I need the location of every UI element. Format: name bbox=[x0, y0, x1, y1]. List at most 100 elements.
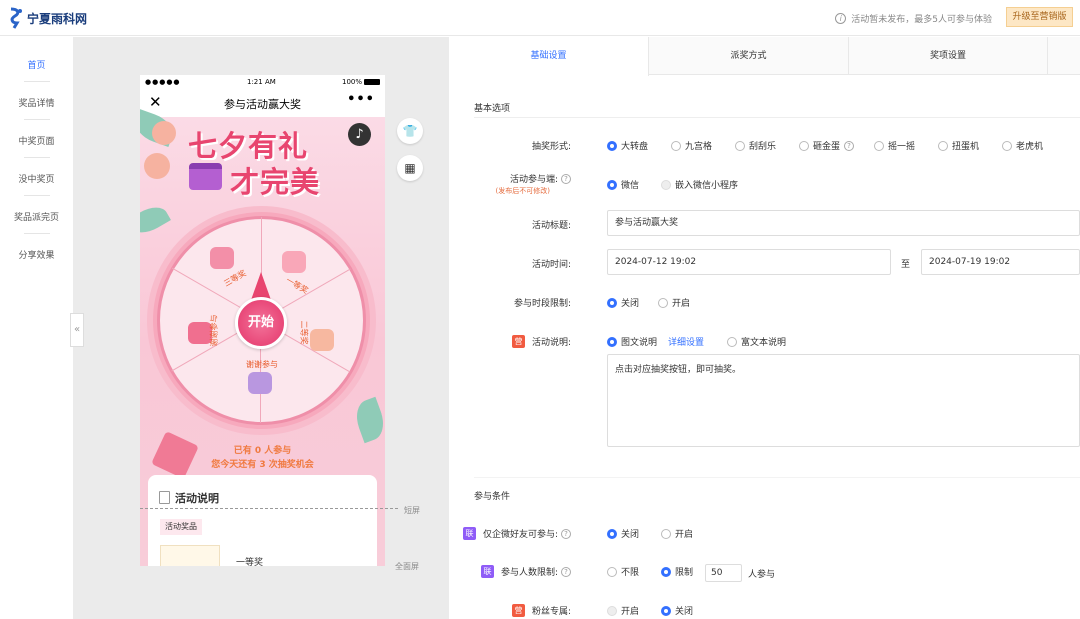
leaf-decoration bbox=[350, 396, 385, 444]
radio-icon bbox=[727, 336, 737, 347]
music-icon[interactable]: ♪ bbox=[348, 123, 371, 146]
status-time: 1:21 AM bbox=[247, 78, 276, 86]
gift-prize-icon bbox=[282, 251, 306, 273]
radio-icon bbox=[1002, 140, 1012, 151]
option-label: 图文说明 bbox=[621, 338, 658, 348]
wecom-friend-on[interactable]: 开启 bbox=[661, 527, 693, 540]
giftbox-prize-icon bbox=[248, 372, 272, 394]
draw-type-option[interactable]: 刮刮乐 bbox=[735, 139, 776, 152]
top-bar: 宁夏雨科网 i 活动暂未发布，最多5人可参与体验 升级至营销版 bbox=[0, 0, 1080, 36]
fans-only-off[interactable]: 关闭 bbox=[661, 604, 693, 617]
section-divider bbox=[474, 117, 1080, 118]
nav-divider bbox=[24, 157, 50, 158]
start-time-input[interactable]: 2024-07-12 19:02 bbox=[607, 249, 891, 275]
section-divider bbox=[474, 477, 1080, 478]
tab-award-method[interactable]: 派奖方式 bbox=[649, 37, 849, 75]
radio-icon bbox=[735, 140, 745, 151]
info-icon: i bbox=[835, 13, 847, 24]
radio-icon bbox=[671, 140, 681, 151]
battery-level: 100% bbox=[341, 78, 362, 86]
fans-only-label-text: 粉丝专属: bbox=[531, 607, 571, 617]
radio-icon bbox=[607, 566, 617, 577]
flower-decoration bbox=[152, 121, 176, 145]
side-nav: 首页 奖品详情 中奖页面 没中奖页 奖品派完页 分享效果 bbox=[0, 37, 73, 619]
help-icon[interactable]: ? bbox=[844, 140, 855, 151]
draw-type-option[interactable]: 扭蛋机 bbox=[938, 139, 979, 152]
wecom-friend-off[interactable]: 关闭 bbox=[607, 527, 639, 540]
draw-type-option[interactable]: 老虎机 bbox=[1002, 139, 1043, 152]
sidebar-item-out-of-prizes[interactable]: 奖品派完页 bbox=[0, 210, 73, 223]
option-label: 扭蛋机 bbox=[952, 142, 980, 152]
people-limit-label-text: 参与人数限制: bbox=[500, 568, 558, 578]
tab-prize-settings[interactable]: 奖项设置 bbox=[849, 37, 1048, 75]
option-label: 关闭 bbox=[675, 607, 694, 617]
draw-type-option[interactable]: 大转盘 bbox=[607, 139, 648, 152]
help-icon[interactable]: ? bbox=[561, 566, 571, 577]
fans-only-on[interactable]: 开启 bbox=[607, 604, 639, 617]
entry-label: 活动参与端:? bbox=[510, 172, 571, 185]
sidebar-item-win-page[interactable]: 中奖页面 bbox=[0, 134, 73, 147]
help-icon[interactable]: ? bbox=[561, 173, 571, 184]
flower-decoration bbox=[144, 153, 170, 179]
full-screen-label: 全面屏 bbox=[395, 562, 419, 571]
logo-text: 宁夏雨科网 bbox=[27, 11, 88, 26]
bear-prize-icon bbox=[310, 329, 334, 351]
radio-selected-icon bbox=[607, 140, 617, 151]
prize-tag: 活动奖品 bbox=[160, 519, 202, 535]
grid-icon[interactable]: ▦ bbox=[397, 155, 423, 181]
radio-icon bbox=[938, 140, 948, 151]
document-icon bbox=[159, 491, 170, 504]
tab-basic-settings[interactable]: 基础设置 bbox=[449, 37, 649, 76]
settings-panel: 基础设置 派奖方式 奖项设置 基本选项 抽奖形式: 大转盘 九宫格 刮刮乐 砸金… bbox=[449, 37, 1080, 619]
draw-type-option[interactable]: 砸金蛋? bbox=[799, 139, 855, 152]
status-bar: ●●●●● 1:21 AM 100% bbox=[140, 75, 385, 89]
entry-option-miniprogram[interactable]: 嵌入微信小程序 bbox=[661, 178, 738, 191]
description-option-richtext[interactable]: 富文本说明 bbox=[727, 335, 786, 348]
battery-icon bbox=[364, 79, 380, 85]
option-label: 摇一摇 bbox=[888, 142, 916, 152]
draw-type-option[interactable]: 摇一摇 bbox=[874, 139, 915, 152]
radio-selected-icon bbox=[607, 528, 617, 539]
sidebar-item-share[interactable]: 分享效果 bbox=[0, 248, 73, 261]
people-limit-input[interactable]: 50 bbox=[705, 564, 742, 582]
draw-type-option[interactable]: 九宫格 bbox=[671, 139, 712, 152]
nav-divider bbox=[24, 81, 50, 82]
wheel-prize-label: 谢谢参与 bbox=[209, 314, 219, 347]
entry-option-wechat[interactable]: 微信 bbox=[607, 178, 639, 191]
sidebar-item-prize-detail[interactable]: 奖品详情 bbox=[0, 96, 73, 109]
people-limit-unlimited[interactable]: 不限 bbox=[607, 565, 639, 578]
period-limit-off[interactable]: 关闭 bbox=[607, 296, 639, 309]
sidebar-item-home[interactable]: 首页 bbox=[0, 58, 73, 71]
logo[interactable]: 宁夏雨科网 bbox=[8, 7, 87, 29]
activity-title-input[interactable]: 参与活动赢大奖 bbox=[607, 210, 1080, 236]
end-time-input[interactable]: 2024-07-19 19:02 bbox=[921, 249, 1080, 275]
radio-icon bbox=[799, 140, 809, 151]
nav-divider bbox=[24, 233, 50, 234]
period-limit-on[interactable]: 开启 bbox=[658, 296, 690, 309]
shirt-icon[interactable]: 👕 bbox=[397, 118, 423, 144]
option-label: 微信 bbox=[621, 181, 640, 191]
time-separator: 至 bbox=[901, 260, 911, 270]
more-icon[interactable]: ••• bbox=[347, 92, 375, 107]
description-option-graphic[interactable]: 图文说明 bbox=[607, 335, 657, 348]
sidebar-item-lose-page[interactable]: 没中奖页 bbox=[0, 172, 73, 185]
option-label: 关闭 bbox=[621, 530, 640, 540]
option-label: 关闭 bbox=[621, 299, 640, 309]
people-limit-limited[interactable]: 限制 bbox=[661, 565, 693, 578]
battery-indicator: 100% bbox=[342, 78, 380, 86]
start-button[interactable]: 开始 bbox=[235, 297, 287, 349]
description-label: 营活动说明: bbox=[511, 335, 571, 348]
radio-icon bbox=[658, 297, 668, 308]
detail-settings-link[interactable]: 详细设置 bbox=[668, 335, 704, 348]
settings-tabs: 基础设置 派奖方式 奖项设置 bbox=[449, 37, 1080, 76]
help-icon[interactable]: ? bbox=[561, 528, 571, 539]
option-label: 不限 bbox=[621, 568, 640, 578]
radio-selected-icon bbox=[607, 297, 617, 308]
short-screen-label: 短屏 bbox=[404, 506, 420, 515]
radio-disabled-icon bbox=[661, 179, 671, 190]
option-label: 富文本说明 bbox=[741, 338, 787, 348]
description-textarea[interactable]: 点击对应抽奖按钮，即可抽奖。 bbox=[607, 354, 1080, 447]
wheel-prize-label: 谢谢参与 bbox=[246, 360, 278, 369]
collapse-sidebar-button[interactable]: « bbox=[70, 313, 84, 347]
upgrade-button[interactable]: 升级至营销版 bbox=[1006, 7, 1073, 27]
